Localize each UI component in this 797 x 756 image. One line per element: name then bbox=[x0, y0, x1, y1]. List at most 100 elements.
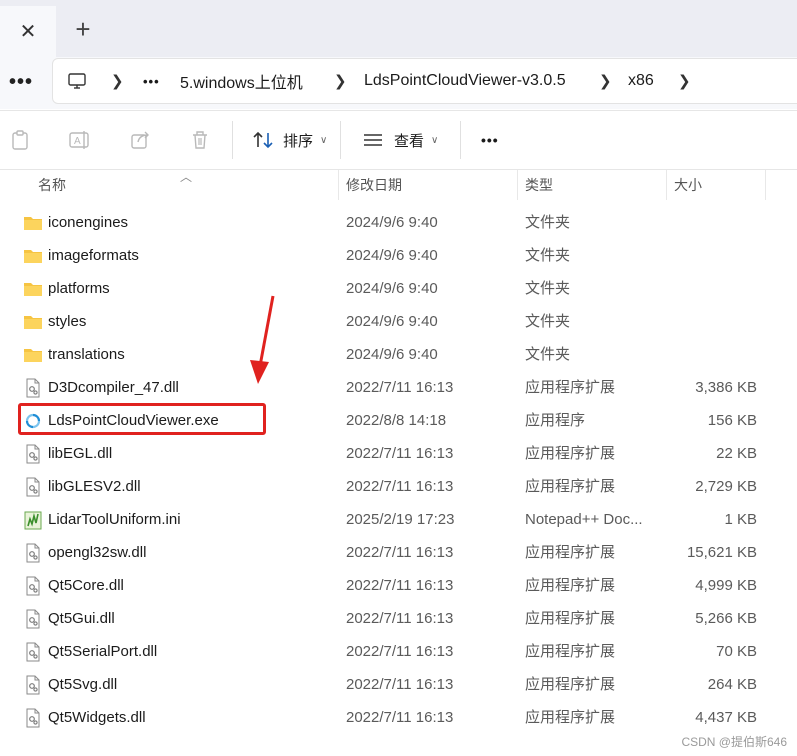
column-size[interactable]: 大小 bbox=[674, 170, 702, 200]
file-size: 5,266 KB bbox=[695, 610, 757, 627]
column-resize-handle[interactable] bbox=[666, 170, 667, 200]
file-date-modified: 2025/2/19 17:23 bbox=[346, 511, 455, 528]
folder-icon bbox=[23, 246, 43, 266]
rename-icon[interactable]: A bbox=[68, 128, 92, 152]
file-size: 3,386 KB bbox=[695, 379, 757, 396]
file-date-modified: 2024/9/6 9:40 bbox=[346, 346, 438, 363]
file-date-modified: 2022/7/11 16:13 bbox=[346, 643, 454, 660]
column-type[interactable]: 类型 bbox=[525, 170, 553, 200]
file-name: opengl32sw.dll bbox=[48, 544, 147, 561]
chevron-right-icon[interactable]: ❯ bbox=[678, 59, 691, 103]
file-row[interactable]: opengl32sw.dll 2022/7/11 16:13 应用程序扩展 15,62… bbox=[0, 536, 797, 569]
share-icon[interactable] bbox=[128, 128, 152, 152]
chevron-right-icon[interactable]: ❯ bbox=[334, 59, 347, 103]
file-row[interactable]: Qt5Widgets.dll 2022/7/11 16:13 应用程序扩展 4,437… bbox=[0, 701, 797, 734]
command-toolbar: A 排序 ∨ 查看 ∨ ••• bbox=[0, 110, 797, 170]
file-size: 70 KB bbox=[716, 643, 757, 660]
file-row[interactable]: Qt5SerialPort.dll 2022/7/11 16:13 应用程序扩展 70… bbox=[0, 635, 797, 668]
notepad-file-icon bbox=[23, 510, 43, 530]
close-tab-icon[interactable]: ✕ bbox=[14, 18, 42, 46]
file-type: 文件夹 bbox=[525, 313, 571, 330]
column-date-modified[interactable]: 修改日期 bbox=[346, 170, 402, 200]
file-name: Qt5Svg.dll bbox=[48, 676, 118, 693]
file-name: Qt5Gui.dll bbox=[48, 610, 115, 627]
dll-file-icon bbox=[23, 708, 43, 728]
file-size: 15,621 KB bbox=[686, 544, 757, 561]
folder-icon bbox=[23, 345, 43, 365]
column-resize-handle[interactable] bbox=[517, 170, 518, 200]
address-bar[interactable]: ❯ ••• 5.windows上位机 ❯ LdsPointCloudViewer… bbox=[52, 58, 797, 104]
column-resize-handle[interactable] bbox=[338, 170, 339, 200]
file-name: styles bbox=[48, 313, 87, 330]
file-row[interactable]: libEGL.dll 2022/7/11 16:13 应用程序扩展 22 KB bbox=[0, 437, 797, 470]
active-tab[interactable]: ✕ bbox=[0, 6, 56, 57]
file-size: 1 KB bbox=[724, 511, 757, 528]
chevron-right-icon[interactable]: ❯ bbox=[599, 59, 612, 103]
column-resize-handle[interactable] bbox=[765, 170, 766, 200]
file-size: 22 KB bbox=[716, 445, 757, 462]
file-row[interactable]: styles 2024/9/6 9:40 文件夹 bbox=[0, 305, 797, 338]
sort-label: 排序 bbox=[283, 132, 314, 150]
file-row[interactable]: Qt5Core.dll 2022/7/11 16:13 应用程序扩展 4,999 KB bbox=[0, 569, 797, 602]
file-date-modified: 2024/9/6 9:40 bbox=[346, 313, 438, 330]
breadcrumb-x86[interactable]: x86 bbox=[628, 59, 654, 103]
breadcrumb-windows[interactable]: 5.windows上位机 bbox=[180, 59, 303, 103]
sort-button[interactable]: 排序 ∨ bbox=[252, 125, 327, 155]
file-row[interactable]: translations 2024/9/6 9:40 文件夹 bbox=[0, 338, 797, 371]
file-row[interactable]: imageformats 2024/9/6 9:40 文件夹 bbox=[0, 239, 797, 272]
file-date-modified: 2024/9/6 9:40 bbox=[346, 280, 438, 297]
breadcrumb-overflow[interactable]: ••• bbox=[143, 59, 160, 103]
toolbar-divider bbox=[340, 121, 341, 159]
file-type: 文件夹 bbox=[525, 247, 571, 264]
dll-file-icon bbox=[23, 378, 43, 398]
view-button[interactable]: 查看 ∨ bbox=[362, 125, 438, 155]
column-header-row: ︿ 名称 修改日期 类型 大小 bbox=[0, 170, 797, 200]
file-type: 应用程序扩展 bbox=[525, 643, 616, 660]
file-type: 应用程序扩展 bbox=[525, 709, 616, 726]
file-size: 156 KB bbox=[707, 412, 757, 429]
title-bar: ✕ + bbox=[0, 0, 797, 57]
toolbar-divider bbox=[232, 121, 233, 159]
chevron-right-icon[interactable]: ❯ bbox=[111, 59, 124, 103]
file-date-modified: 2022/7/11 16:13 bbox=[346, 445, 454, 462]
file-row[interactable]: Qt5Gui.dll 2022/7/11 16:13 应用程序扩展 5,266 KB bbox=[0, 602, 797, 635]
paste-icon[interactable] bbox=[8, 128, 32, 152]
file-type: 应用程序扩展 bbox=[525, 610, 616, 627]
file-type: 应用程序扩展 bbox=[525, 478, 616, 495]
this-pc-icon[interactable] bbox=[67, 59, 87, 103]
file-type: 应用程序 bbox=[525, 412, 586, 429]
delete-icon[interactable] bbox=[188, 128, 212, 152]
folder-icon bbox=[23, 279, 43, 299]
dll-file-icon bbox=[23, 576, 43, 596]
new-tab-button[interactable]: + bbox=[68, 14, 98, 44]
file-date-modified: 2022/7/11 16:13 bbox=[346, 478, 454, 495]
toolbar-divider bbox=[460, 121, 461, 159]
file-name: iconengines bbox=[48, 214, 129, 231]
file-name: platforms bbox=[48, 280, 110, 297]
file-row[interactable]: LidarToolUniform.ini 2025/2/19 17:23 Notep… bbox=[0, 503, 797, 536]
file-date-modified: 2024/9/6 9:40 bbox=[346, 214, 438, 231]
dll-file-icon bbox=[23, 477, 43, 497]
file-row[interactable]: D3Dcompiler_47.dll 2022/7/11 16:13 应用程序扩展 3… bbox=[0, 371, 797, 404]
file-row[interactable]: platforms 2024/9/6 9:40 文件夹 bbox=[0, 272, 797, 305]
file-name: Qt5Core.dll bbox=[48, 577, 124, 594]
column-name[interactable]: 名称 bbox=[38, 170, 66, 200]
view-list-icon bbox=[364, 134, 382, 146]
breadcrumb-ldspointcloudviewer[interactable]: LdsPointCloudViewer-v3.0.5 bbox=[364, 59, 566, 103]
file-size: 2,729 KB bbox=[695, 478, 757, 495]
file-type: 应用程序扩展 bbox=[525, 544, 616, 561]
file-type: 应用程序扩展 bbox=[525, 676, 616, 693]
more-actions-button[interactable]: ••• bbox=[481, 125, 499, 155]
file-name: libEGL.dll bbox=[48, 445, 113, 462]
file-row[interactable]: Qt5Svg.dll 2022/7/11 16:13 应用程序扩展 264 KB bbox=[0, 668, 797, 701]
view-label: 查看 bbox=[394, 132, 425, 150]
more-options-icon[interactable]: ••• bbox=[8, 69, 34, 95]
file-date-modified: 2022/7/11 16:13 bbox=[346, 610, 454, 627]
sort-ascending-icon: ︿ bbox=[180, 170, 193, 184]
file-date-modified: 2022/7/11 16:13 bbox=[346, 577, 454, 594]
file-name: translations bbox=[48, 346, 125, 363]
file-row[interactable]: libGLESV2.dll 2022/7/11 16:13 应用程序扩展 2,729 … bbox=[0, 470, 797, 503]
file-row[interactable]: iconengines 2024/9/6 9:40 文件夹 bbox=[0, 206, 797, 239]
file-name: LidarToolUniform.ini bbox=[48, 511, 181, 528]
file-date-modified: 2022/7/11 16:13 bbox=[346, 709, 454, 726]
